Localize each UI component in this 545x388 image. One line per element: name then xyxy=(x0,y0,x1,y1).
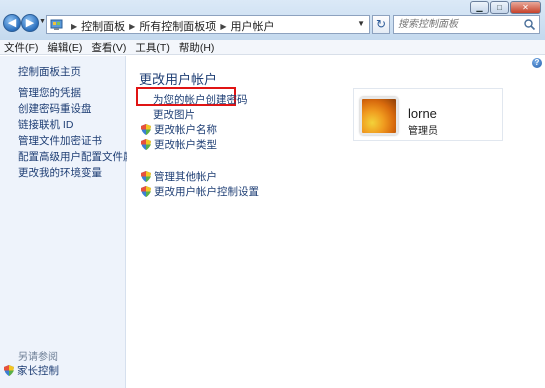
account-name: lorne xyxy=(408,106,437,121)
caption-buttons: ▁ □ ✕ xyxy=(469,1,541,14)
help-icon[interactable]: ? xyxy=(532,58,542,68)
sidebar: 控制面板主页 管理您的凭据 创建密码重设盘 链接联机 ID 管理文件加密证书 配… xyxy=(0,56,144,388)
uac-shield-icon xyxy=(4,365,14,376)
uac-shield-icon xyxy=(141,171,151,182)
back-arrow-icon[interactable]: ◀ xyxy=(3,14,21,32)
see-also-heading: 另请参阅 xyxy=(18,352,58,363)
change-account-name-label: 更改帐户名称 xyxy=(154,124,217,136)
address-dropdown-icon[interactable]: ▼ xyxy=(357,19,365,28)
breadcrumb-separator-icon[interactable]: ▶ xyxy=(129,22,135,31)
sidebar-item-credentials[interactable]: 管理您的凭据 xyxy=(18,85,81,100)
parental-controls-label: 家长控制 xyxy=(17,365,59,377)
breadcrumb-all-items[interactable]: 所有控制面板项 xyxy=(139,18,216,34)
avatar xyxy=(360,97,398,135)
sidebar-item-online-id[interactable]: 链接联机 ID xyxy=(18,117,73,132)
manage-other-accounts-link[interactable]: 管理其他帐户 xyxy=(141,169,217,184)
sidebar-item-encryption-cert[interactable]: 管理文件加密证书 xyxy=(18,133,102,148)
sidebar-item-env-variables[interactable]: 更改我的环境变量 xyxy=(18,165,102,180)
breadcrumb-user-accounts[interactable]: 用户帐户 xyxy=(230,18,274,34)
uac-shield-icon xyxy=(141,139,151,150)
refresh-icon[interactable]: ↻ xyxy=(372,15,390,34)
uac-shield-icon xyxy=(141,124,151,135)
account-role: 管理员 xyxy=(408,126,438,137)
main-content: ? 更改用户帐户 为您的帐户创建密码 更改图片 更改帐户名称 更改帐户类型 管理… xyxy=(127,56,545,388)
forward-arrow-icon[interactable]: ▶ xyxy=(21,14,39,32)
breadcrumb: ▶ 控制面板 ▶ 所有控制面板项 ▶ 用户帐户 xyxy=(67,18,274,34)
change-account-type-label: 更改帐户类型 xyxy=(154,139,217,151)
change-account-name-link[interactable]: 更改帐户名称 xyxy=(141,122,217,137)
sidebar-item-reset-disk[interactable]: 创建密码重设盘 xyxy=(18,101,92,116)
manage-other-accounts-label: 管理其他帐户 xyxy=(154,171,217,183)
breadcrumb-separator-icon: ▶ xyxy=(71,21,78,31)
change-picture-link[interactable]: 更改图片 xyxy=(153,107,195,122)
account-card: lorne 管理员 xyxy=(353,88,503,141)
change-account-type-link[interactable]: 更改帐户类型 xyxy=(141,137,217,152)
search-icon[interactable] xyxy=(523,18,536,31)
create-password-link[interactable]: 为您的帐户创建密码 xyxy=(153,92,248,107)
maximize-icon[interactable]: □ xyxy=(490,1,509,14)
address-bar[interactable]: ▶ 控制面板 ▶ 所有控制面板项 ▶ 用户帐户 ▼ xyxy=(46,15,370,34)
uac-shield-icon xyxy=(141,186,151,197)
uac-settings-link[interactable]: 更改用户帐户控制设置 xyxy=(141,184,259,199)
control-panel-icon xyxy=(50,19,63,30)
close-icon[interactable]: ✕ xyxy=(510,1,541,14)
page-title: 更改用户帐户 xyxy=(139,72,218,87)
menu-edit[interactable]: 编辑(E) xyxy=(47,40,82,55)
uac-settings-label: 更改用户帐户控制设置 xyxy=(154,186,259,198)
sidebar-item-parental-controls[interactable]: 家长控制 xyxy=(4,363,59,378)
title-bar: ▁ □ ✕ ◀ ▶ ▼ ▶ 控制面板 ▶ 所有控制面板项 ▶ 用户帐户 ▼ ↻ xyxy=(0,0,545,40)
breadcrumb-control-panel[interactable]: 控制面板 xyxy=(81,18,125,34)
sidebar-item-advanced-profile[interactable]: 配置高级用户配置文件属性 xyxy=(18,149,144,164)
recent-pages-chevron-icon[interactable]: ▼ xyxy=(39,18,46,25)
menu-tools[interactable]: 工具(T) xyxy=(135,40,169,55)
menu-bar: 文件(F) 编辑(E) 查看(V) 工具(T) 帮助(H) xyxy=(0,40,545,55)
menu-help[interactable]: 帮助(H) xyxy=(179,40,215,55)
breadcrumb-separator-icon[interactable]: ▶ xyxy=(220,22,226,31)
minimize-icon[interactable]: ▁ xyxy=(470,1,489,14)
menu-file[interactable]: 文件(F) xyxy=(4,40,38,55)
menu-view[interactable]: 查看(V) xyxy=(91,40,126,55)
search-input[interactable] xyxy=(398,18,518,31)
search-box[interactable] xyxy=(393,15,540,34)
sidebar-home-link[interactable]: 控制面板主页 xyxy=(18,64,81,79)
